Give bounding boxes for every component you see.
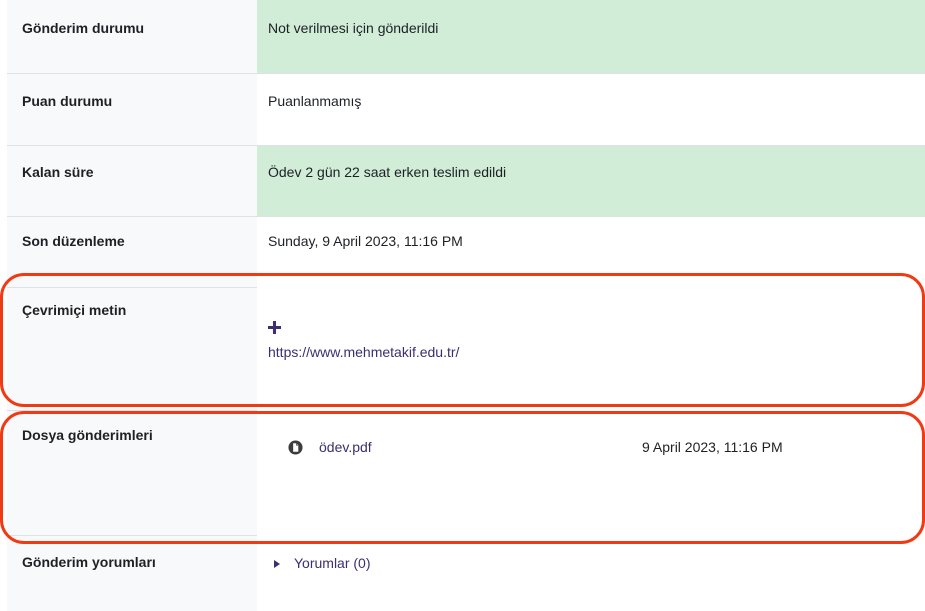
file-date: 9 April 2023, 11:16 PM bbox=[642, 439, 783, 455]
last-modified-label-cell: Son düzenleme bbox=[7, 216, 257, 287]
row-submission-comments: Gönderim yorumları Yorumlar (0) bbox=[0, 535, 925, 611]
row-submission-status: Gönderim durumu Not verilmesi için gönde… bbox=[0, 0, 925, 73]
online-text-value-cell: https://www.mehmetakif.edu.tr/ bbox=[257, 287, 925, 410]
grading-status-label-cell: Puan durumu bbox=[7, 73, 257, 145]
file-icon bbox=[288, 440, 303, 455]
file-submissions-label: Dosya gönderimleri bbox=[22, 427, 153, 443]
submission-status-label-cell: Gönderim durumu bbox=[7, 0, 257, 73]
online-text-label: Çevrimiçi metin bbox=[22, 302, 127, 318]
row-file-submissions: Dosya gönderimleri ödev.pdf 9 April 2023… bbox=[0, 410, 925, 535]
plus-icon[interactable] bbox=[268, 321, 281, 334]
submission-comments-label: Gönderim yorumları bbox=[22, 554, 156, 570]
file-submissions-value-cell: ödev.pdf 9 April 2023, 11:16 PM bbox=[257, 410, 925, 535]
time-remaining-value: Ödev 2 gün 22 saat erken teslim edildi bbox=[268, 164, 507, 180]
submission-status-value-cell: Not verilmesi için gönderildi bbox=[257, 0, 925, 73]
last-modified-label: Son düzenleme bbox=[22, 233, 125, 249]
submission-status-table: Gönderim durumu Not verilmesi için gönde… bbox=[0, 0, 925, 611]
row-time-remaining: Kalan süre Ödev 2 gün 22 saat erken tesl… bbox=[0, 145, 925, 216]
time-remaining-value-cell: Ödev 2 gün 22 saat erken teslim edildi bbox=[257, 145, 925, 216]
submission-status-value: Not verilmesi için gönderildi bbox=[268, 20, 439, 36]
last-modified-value-cell: Sunday, 9 April 2023, 11:16 PM bbox=[257, 216, 925, 287]
grading-status-value: Puanlanmamış bbox=[268, 93, 362, 109]
file-link[interactable]: ödev.pdf bbox=[319, 439, 372, 455]
row-online-text: Çevrimiçi metin https://www.mehmetakif.e… bbox=[0, 287, 925, 410]
grading-status-label: Puan durumu bbox=[22, 93, 113, 109]
file-submissions-label-cell: Dosya gönderimleri bbox=[7, 410, 257, 535]
online-text-label-cell: Çevrimiçi metin bbox=[7, 287, 257, 410]
caret-right-icon[interactable] bbox=[274, 560, 280, 568]
submission-status-label: Gönderim durumu bbox=[22, 20, 145, 36]
submission-comments-label-cell: Gönderim yorumları bbox=[7, 535, 257, 611]
submission-comments-value-cell: Yorumlar (0) bbox=[257, 535, 925, 611]
time-remaining-label-cell: Kalan süre bbox=[7, 145, 257, 216]
row-grading-status: Puan durumu Puanlanmamış bbox=[0, 73, 925, 145]
last-modified-value: Sunday, 9 April 2023, 11:16 PM bbox=[268, 233, 463, 249]
time-remaining-label: Kalan süre bbox=[22, 164, 94, 180]
online-text-link[interactable]: https://www.mehmetakif.edu.tr/ bbox=[268, 344, 459, 360]
comments-toggle-link[interactable]: Yorumlar (0) bbox=[294, 555, 371, 571]
grading-status-value-cell: Puanlanmamış bbox=[257, 73, 925, 145]
row-last-modified: Son düzenleme Sunday, 9 April 2023, 11:1… bbox=[0, 216, 925, 287]
